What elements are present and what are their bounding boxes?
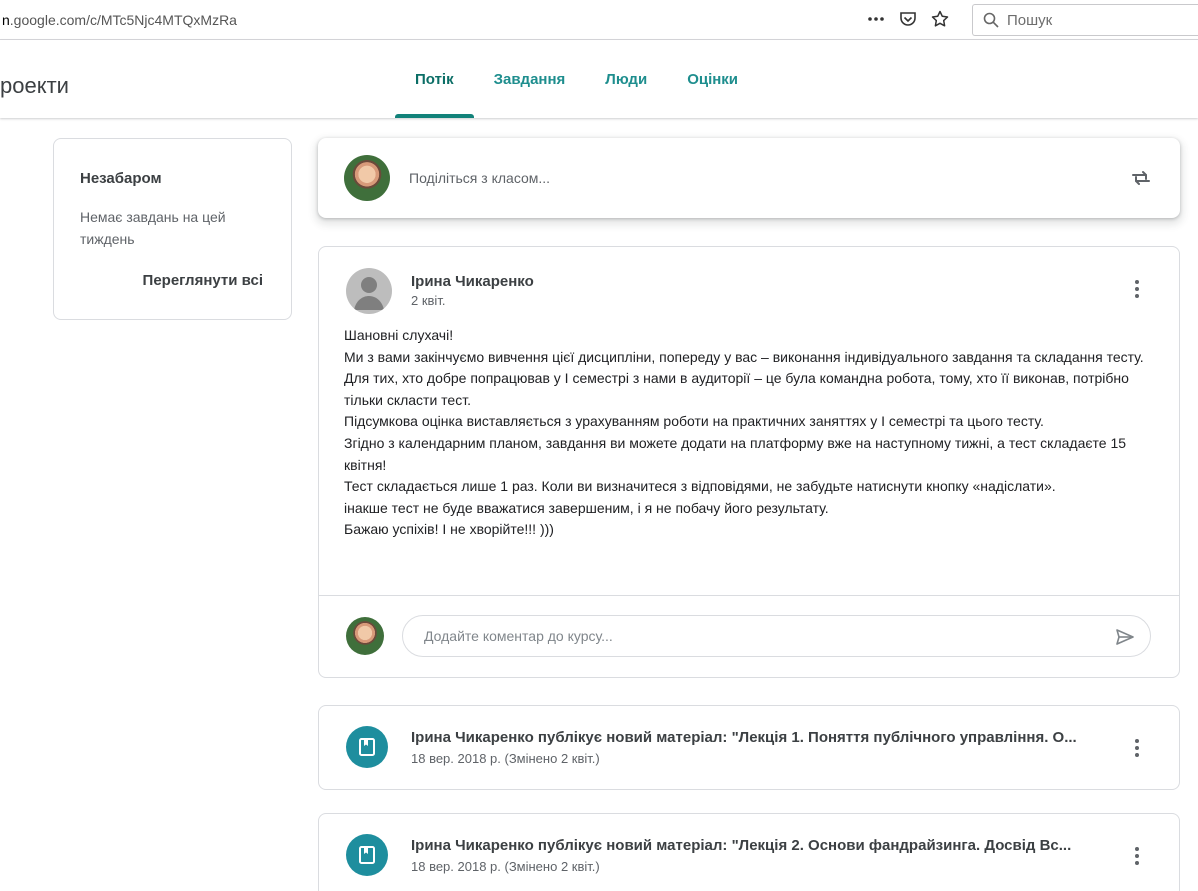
class-title: роекти — [0, 73, 69, 98]
post-line: Бажаю успіхів! І не хворійте!!! ))) — [344, 521, 554, 538]
more-options-icon[interactable] — [1125, 844, 1149, 868]
bookmark-star-icon[interactable] — [930, 9, 950, 29]
upcoming-panel: Незабаром Немає завдань на цей тиждень П… — [53, 138, 292, 320]
tab-classwork[interactable]: Завдання — [474, 40, 586, 118]
avatar — [344, 155, 390, 201]
upcoming-title: Незабаром — [80, 170, 162, 187]
send-icon[interactable] — [1114, 626, 1136, 648]
upcoming-empty-text: Немає завдань на цей тиждень — [80, 209, 226, 247]
pocket-icon[interactable] — [898, 9, 918, 29]
post-date: 2 квіт. — [411, 293, 446, 308]
browser-actions — [866, 9, 950, 29]
share-box[interactable]: Поділіться з класом... — [318, 138, 1180, 218]
material-item[interactable]: Ірина Чикаренко публікує новий матеріал:… — [318, 705, 1180, 790]
comment-input[interactable]: Додайте коментар до курсу... — [402, 615, 1151, 657]
material-title: Ірина Чикаренко публікує новий матеріал:… — [411, 837, 1072, 854]
tab-bar: Потік Завдання Люди Оцінки — [395, 40, 758, 118]
post-line: Підсумкова оцінка виставляється з урахув… — [344, 413, 1044, 430]
post-author: Ірина Чикаренко — [411, 273, 534, 290]
more-options-icon[interactable] — [1125, 277, 1149, 301]
tab-people[interactable]: Люди — [585, 40, 667, 118]
comment-placeholder: Додайте коментар до курсу... — [424, 628, 613, 644]
material-item[interactable]: Ірина Чикаренко публікує новий матеріал:… — [318, 813, 1180, 891]
browser-toolbar: n.google.com/c/MTc5Njc4MTQxMzRa Пошук — [0, 0, 1198, 40]
share-placeholder: Поділіться з класом... — [409, 170, 551, 186]
avatar — [346, 617, 384, 655]
more-options-icon[interactable] — [1125, 736, 1149, 760]
more-icon[interactable] — [866, 9, 886, 29]
announcement-card: Ірина Чикаренко 2 квіт. Шановні слухачі!… — [318, 246, 1180, 678]
material-date: 18 вер. 2018 р. (Змінено 2 квіт.) — [411, 751, 600, 766]
class-header: роекти Потік Завдання Люди Оцінки — [0, 40, 1198, 118]
material-date: 18 вер. 2018 р. (Змінено 2 квіт.) — [411, 859, 600, 874]
material-icon — [346, 834, 388, 876]
search-placeholder: Пошук — [1007, 11, 1053, 29]
browser-search-field[interactable]: Пошук — [972, 4, 1198, 36]
post-body: Шановні слухачі! Ми з вами закінчуємо ви… — [344, 325, 1164, 541]
url-bar[interactable]: n.google.com/c/MTc5Njc4MTQxMzRa — [2, 12, 237, 28]
tab-grades[interactable]: Оцінки — [667, 40, 758, 118]
avatar — [346, 268, 392, 314]
post-line: Ми з вами закінчуємо вивчення цієї дисци… — [344, 348, 1144, 365]
material-title: Ірина Чикаренко публікує новий матеріал:… — [411, 729, 1077, 746]
post-line: Тест складається лише 1 раз. Коли ви виз… — [344, 478, 1056, 495]
search-icon — [983, 12, 999, 28]
repost-icon[interactable] — [1129, 166, 1153, 190]
view-all-link[interactable]: Переглянути всі — [143, 272, 263, 289]
url-host-lead: n — [2, 12, 10, 28]
tab-stream[interactable]: Потік — [395, 40, 474, 118]
divider — [319, 595, 1179, 596]
post-line: Для тих, хто добре попрацював у I семест… — [344, 370, 1129, 408]
post-line: інакше тест не буде вважатися завершеним… — [344, 499, 829, 516]
post-line: Згідно з календарним планом, завдання ви… — [344, 434, 1127, 473]
post-line: Шановні слухачі! — [344, 327, 454, 343]
material-icon — [346, 726, 388, 768]
url-text: .google.com/c/MTc5Njc4MTQxMzRa — [9, 12, 237, 28]
